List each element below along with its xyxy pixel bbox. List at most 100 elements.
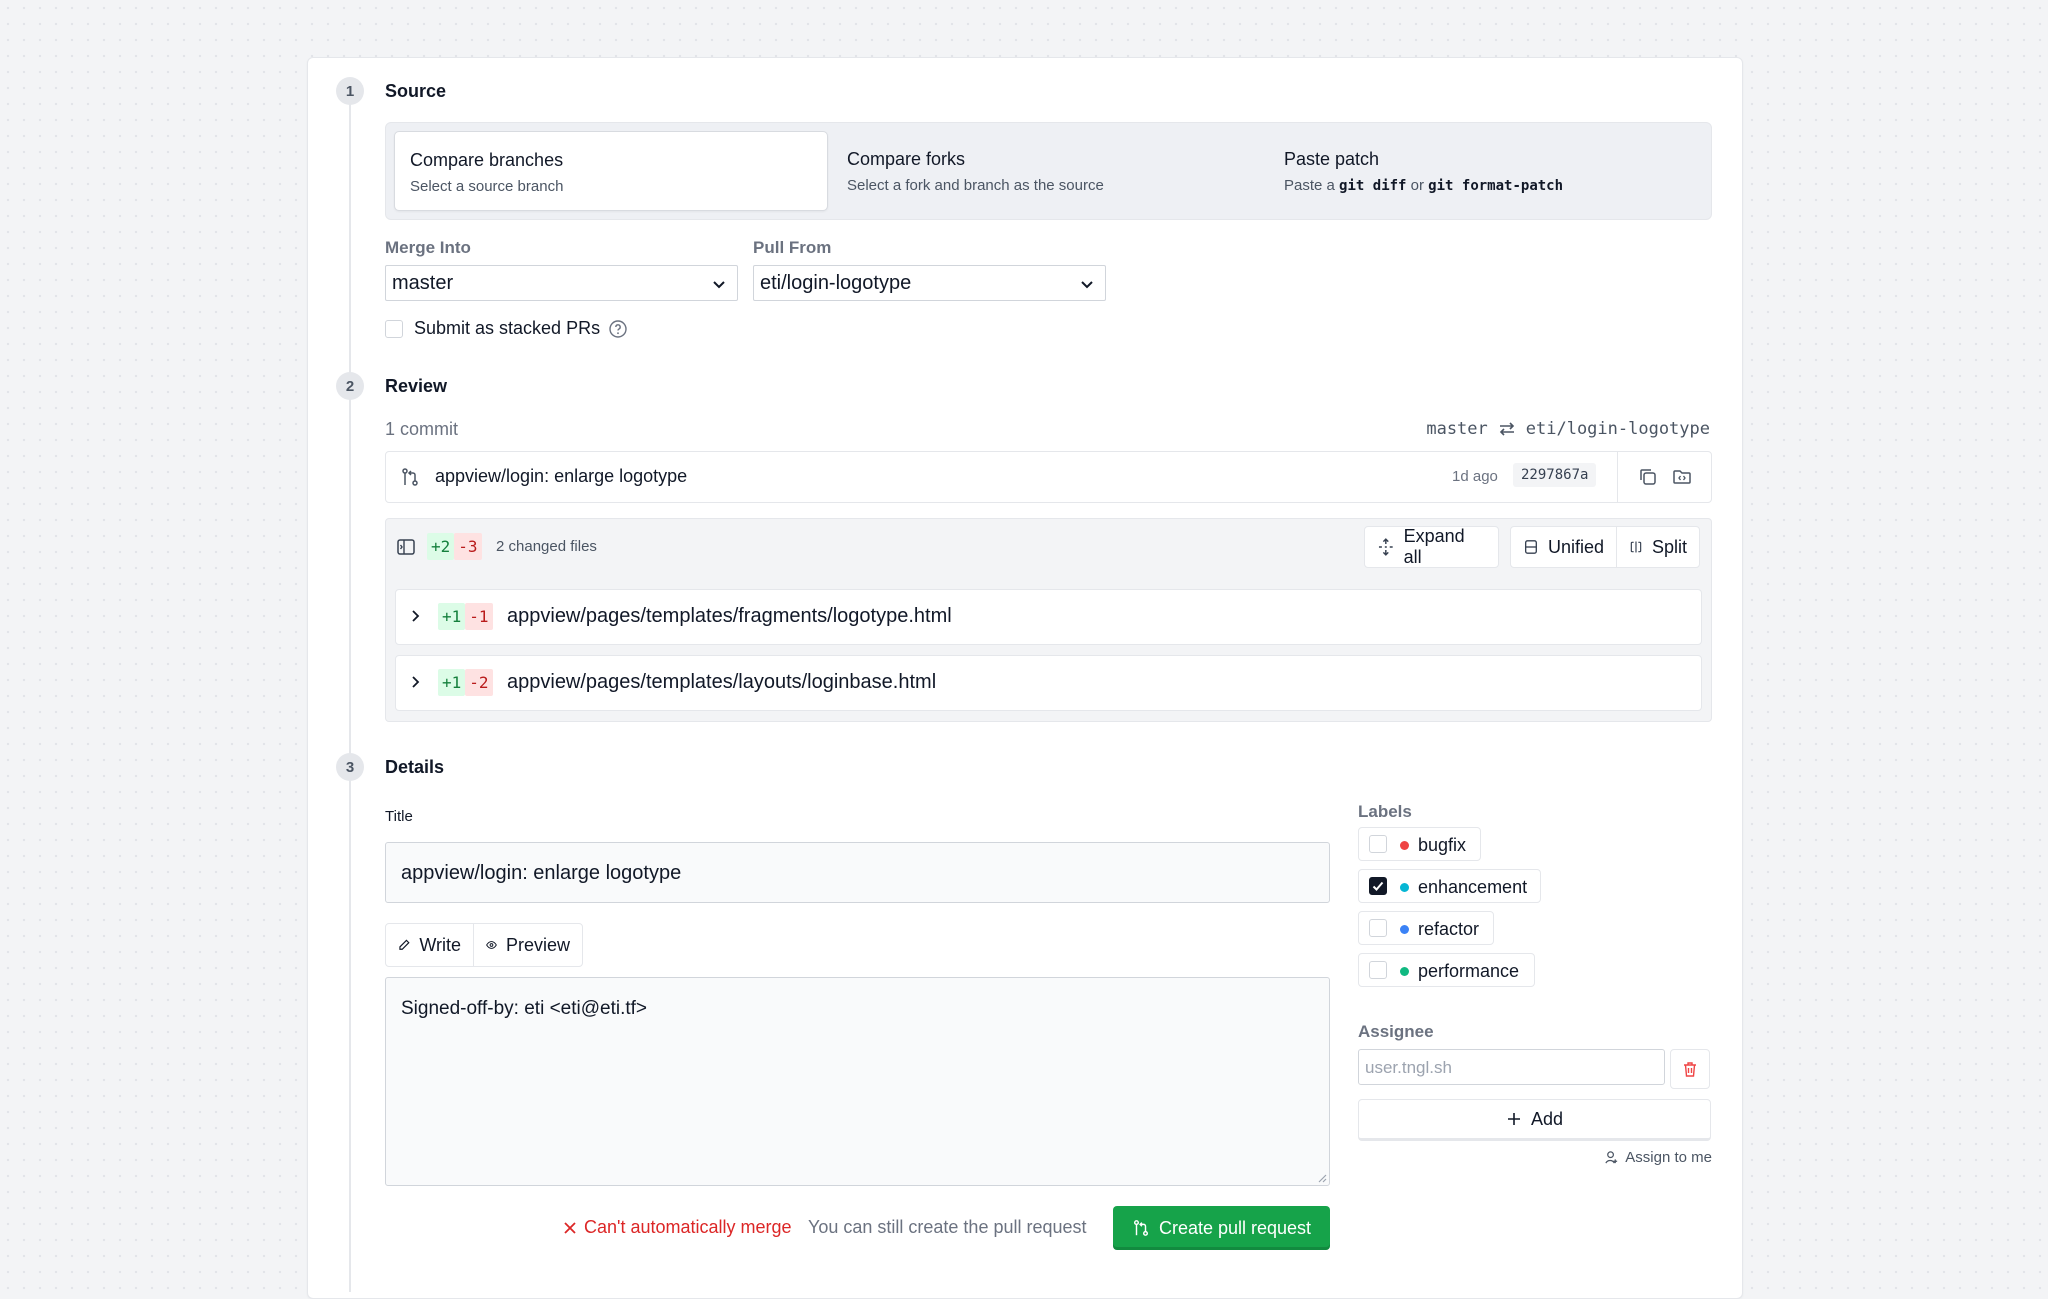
diff-file-row[interactable]: +1 -1 appview/pages/templates/fragments/…	[395, 589, 1702, 645]
select-value: master	[392, 272, 454, 294]
label-color-dot	[1400, 883, 1409, 892]
expand-all-button[interactable]: Expand all	[1364, 526, 1499, 568]
labels-heading: Labels	[1358, 802, 1412, 821]
label-bugfix[interactable]: bugfix	[1358, 827, 1481, 861]
assign-to-me-link[interactable]: Assign to me	[1604, 1149, 1712, 1166]
file-additions: +1	[438, 669, 466, 696]
button-label: Split	[1651, 536, 1687, 557]
add-assignee-button[interactable]: Add	[1358, 1099, 1711, 1141]
split-view-button[interactable]: Split	[1616, 526, 1700, 568]
button-label: Add	[1530, 1108, 1564, 1129]
commit-age: 1d ago	[1452, 468, 1498, 485]
desc-code: git format-patch	[1428, 178, 1564, 194]
button-label: Unified	[1547, 536, 1604, 557]
step-1-number: 1	[336, 77, 364, 105]
label-color-dot	[1400, 925, 1409, 934]
eye-icon	[486, 941, 497, 949]
label-name: bugfix	[1418, 835, 1467, 855]
unified-view-button[interactable]: Unified	[1510, 526, 1617, 568]
chevron-right-icon[interactable]	[407, 608, 423, 624]
pull-from-select[interactable]: eti/login-logotype	[753, 265, 1106, 301]
tab-preview[interactable]: Preview	[473, 923, 583, 967]
desc-text: Paste a	[1284, 177, 1335, 194]
stacked-prs-checkbox[interactable]	[385, 320, 403, 338]
label-name: refactor	[1418, 919, 1480, 939]
check-icon	[1372, 881, 1384, 891]
source-tabs: Compare branches Select a source branch …	[385, 122, 1712, 220]
step-3-title: Details	[385, 757, 445, 777]
chevron-down-icon	[713, 281, 725, 289]
tab-label: Write	[419, 934, 461, 955]
label-enhancement[interactable]: enhancement	[1358, 869, 1541, 903]
tab-write[interactable]: Write	[385, 923, 474, 967]
merge-into-label: Merge Into	[385, 238, 471, 257]
divider	[1617, 452, 1618, 502]
remove-assignee-button[interactable]	[1670, 1049, 1710, 1089]
diff-file-row[interactable]: +1 -2 appview/pages/templates/layouts/lo…	[395, 655, 1702, 711]
commit-sha[interactable]: 2297867a	[1513, 463, 1597, 487]
tab-compare-branches[interactable]: Compare branches Select a source branch	[394, 131, 828, 211]
expand-vertical-icon	[1378, 538, 1393, 556]
user-icon	[1605, 1151, 1618, 1164]
changed-files-count: 2 changed files	[496, 538, 597, 555]
deletions-count: -3	[454, 533, 482, 560]
steps-rail	[349, 92, 351, 1292]
chevron-right-icon[interactable]	[407, 674, 423, 690]
title-input[interactable]: appview/login: enlarge logotype	[385, 842, 1330, 903]
pencil-icon	[399, 939, 410, 950]
commit-row[interactable]: appview/login: enlarge logotype 1d ago 2…	[385, 451, 1712, 503]
compare-branches-summary: master eti/login-logotype	[1426, 419, 1710, 439]
chevron-down-icon	[1081, 281, 1093, 289]
additions-count: +2	[427, 533, 455, 560]
commit-message: appview/login: enlarge logotype	[435, 466, 688, 486]
head-branch: eti/login-logotype	[1525, 419, 1710, 439]
tab-paste-patch[interactable]: Paste patch Paste a git diff or git form…	[1269, 131, 1701, 209]
file-deletions: -1	[465, 603, 493, 630]
git-pull-request-icon	[1133, 1220, 1148, 1236]
tab-description: Select a source branch	[410, 178, 564, 195]
tab-compare-forks[interactable]: Compare forks Select a fork and branch a…	[832, 131, 1264, 209]
merge-status-error: Can't automatically merge	[562, 1217, 792, 1238]
tab-description: Paste a git diff or git format-patch	[1284, 177, 1563, 194]
label-checkbox[interactable]	[1369, 919, 1387, 937]
assignee-heading: Assignee	[1358, 1022, 1434, 1041]
step-2-number: 2	[336, 372, 364, 400]
title-input-value: appview/login: enlarge logotype	[401, 862, 682, 884]
step-2-title: Review	[385, 376, 448, 396]
assignee-input[interactable]: user.tngl.sh	[1358, 1049, 1665, 1085]
sidebar-toggle-icon[interactable]	[396, 537, 416, 557]
merge-error-text: Can't automatically merge	[584, 1217, 792, 1237]
desc-code: git diff	[1339, 178, 1407, 194]
label-name: performance	[1418, 961, 1520, 981]
link-label: Assign to me	[1625, 1149, 1712, 1166]
stacked-prs-label: Submit as stacked PRs	[414, 318, 601, 338]
copy-icon[interactable]	[1638, 467, 1658, 487]
file-deletions: -2	[465, 669, 493, 696]
label-checkbox[interactable]	[1369, 961, 1387, 979]
select-value: eti/login-logotype	[760, 272, 912, 294]
x-icon	[564, 1221, 576, 1234]
step-3-number: 3	[336, 753, 364, 781]
step-1-title: Source	[385, 81, 447, 101]
diff-stats: +2 -3	[427, 533, 482, 560]
file-additions: +1	[438, 603, 466, 630]
label-performance[interactable]: performance	[1358, 953, 1535, 987]
base-branch: master	[1426, 419, 1488, 439]
label-checkbox[interactable]	[1369, 877, 1387, 895]
help-icon[interactable]	[608, 319, 628, 339]
commit-count: 1 commit	[385, 419, 459, 439]
label-color-dot	[1400, 841, 1409, 850]
merge-status-hint: You can still create the pull request	[808, 1217, 1087, 1237]
file-path: appview/pages/templates/layouts/loginbas…	[507, 671, 937, 693]
description-value: Signed-off-by: eti <eti@eti.tf>	[401, 998, 648, 1019]
resize-handle-icon[interactable]	[1317, 1173, 1327, 1183]
create-pull-request-button[interactable]: Create pull request	[1113, 1206, 1330, 1250]
label-checkbox[interactable]	[1369, 835, 1387, 853]
label-refactor[interactable]: refactor	[1358, 911, 1494, 945]
description-textarea[interactable]: Signed-off-by: eti <eti@eti.tf>	[385, 977, 1330, 1186]
plus-icon	[1507, 1113, 1520, 1125]
merge-into-select[interactable]: master	[385, 265, 738, 301]
git-pull-request-icon	[402, 468, 418, 486]
label-name: enhancement	[1418, 877, 1528, 897]
folder-code-icon[interactable]	[1672, 467, 1692, 487]
